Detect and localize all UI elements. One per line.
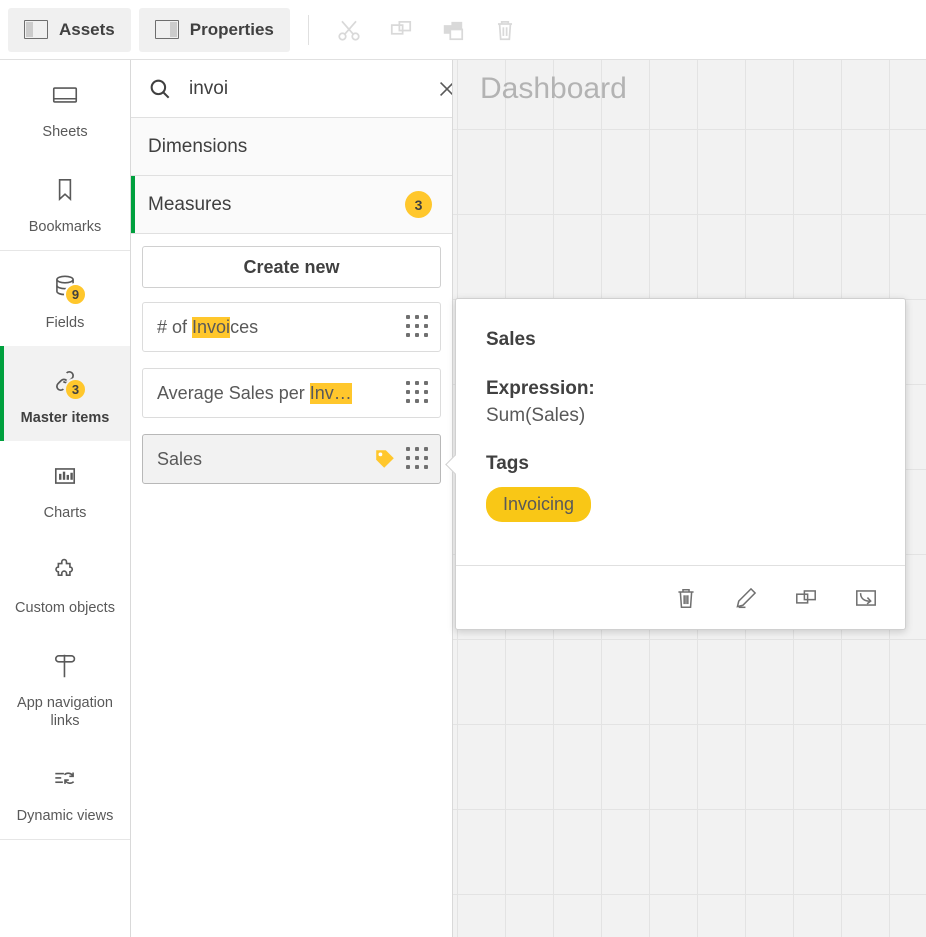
measure-list-item[interactable]: Average Sales per Inv… (142, 368, 441, 418)
flag-icon (52, 651, 78, 681)
puzzle-piece-icon (50, 557, 80, 585)
cut-button[interactable] (323, 8, 375, 52)
add-to-sheet-button[interactable] (849, 581, 883, 615)
left-rail: Sheets Bookmarks 9 (0, 60, 131, 937)
search-input[interactable] (173, 78, 434, 100)
sidebar-item-dynamic-views[interactable]: Dynamic views (0, 744, 130, 839)
rail-group-data: 9 Fields 3 Master items (0, 251, 130, 840)
assets-panel-icon (24, 20, 48, 39)
create-new-wrap: Create new (131, 234, 452, 292)
delete-icon (673, 585, 699, 611)
assets-toggle-label: Assets (59, 20, 115, 40)
database-icon-wrap: 9 (43, 269, 87, 303)
sheets-icon-wrap (43, 78, 87, 112)
popover-arrow (445, 449, 456, 479)
bar-chart-icon (52, 464, 78, 488)
top-toolbar: Assets Properties (0, 0, 926, 60)
edit-measure-button[interactable] (729, 581, 763, 615)
sidebar-item-label: Dynamic views (17, 807, 114, 825)
duplicate-icon (793, 585, 819, 611)
edit-icon (733, 585, 759, 611)
sidebar-item-label: Bookmarks (29, 218, 102, 236)
close-icon (436, 78, 453, 100)
section-title: Measures (148, 194, 231, 216)
properties-toggle-button[interactable]: Properties (139, 8, 290, 52)
sidebar-item-bookmarks[interactable]: Bookmarks (0, 155, 130, 250)
measure-preview-popover: Sales Expression: Sum(Sales) Tags Invoic… (455, 298, 906, 630)
sidebar-item-fields[interactable]: 9 Fields (0, 251, 130, 346)
popover-footer (456, 565, 905, 629)
sidebar-item-label: Fields (46, 314, 85, 332)
sheets-icon (50, 82, 80, 108)
measures-list: # of Invoices Average Sales per Inv… Sal… (131, 292, 452, 484)
paste-button[interactable] (427, 8, 479, 52)
paste-icon (440, 17, 466, 43)
rail-group-sheets: Sheets Bookmarks (0, 60, 130, 251)
measures-count-badge: 3 (405, 191, 432, 218)
tag-icon (372, 446, 398, 472)
dynamic-views-icon (51, 766, 79, 792)
dynamic-views-icon-wrap (43, 762, 87, 796)
cut-icon (336, 17, 362, 43)
delete-button[interactable] (479, 8, 531, 52)
properties-toggle-label: Properties (190, 20, 274, 40)
sheet-title: Dashboard (480, 72, 627, 106)
measure-list-item-selected[interactable]: Sales (142, 434, 441, 484)
copy-icon (388, 17, 414, 43)
measure-list-item[interactable]: # of Invoices (142, 302, 441, 352)
drag-handle-icon[interactable] (406, 381, 430, 405)
sidebar-item-label: Custom objects (15, 599, 115, 617)
copy-button[interactable] (375, 8, 427, 52)
drag-handle-icon[interactable] (406, 315, 430, 339)
section-title: Dimensions (148, 136, 247, 158)
measure-name: Sales (157, 449, 372, 470)
fields-count-badge: 9 (64, 283, 87, 306)
link-icon-wrap: 3 (43, 364, 87, 398)
clear-search-button[interactable] (434, 76, 453, 102)
sidebar-item-label: Sheets (42, 123, 87, 141)
section-measures[interactable]: Measures 3 (131, 176, 452, 234)
properties-panel-icon (155, 20, 179, 39)
sidebar-item-sheets[interactable]: Sheets (0, 60, 130, 155)
sidebar-item-label: Charts (44, 504, 87, 522)
popover-tags-label: Tags (486, 453, 875, 475)
section-dimensions[interactable]: Dimensions (131, 118, 452, 176)
puzzle-piece-icon-wrap (43, 554, 87, 588)
tag-pill: Invoicing (486, 487, 591, 522)
create-new-button[interactable]: Create new (142, 246, 441, 288)
measure-name: Average Sales per Inv… (157, 383, 406, 404)
sidebar-item-label: App navigation links (17, 694, 113, 730)
toolbar-divider (308, 15, 309, 45)
sidebar-item-charts[interactable]: Charts (0, 441, 130, 536)
add-to-sheet-icon (853, 585, 879, 611)
popover-title: Sales (486, 329, 875, 351)
drag-handle-icon[interactable] (406, 447, 430, 471)
bar-chart-icon-wrap (43, 459, 87, 493)
popover-expression-value: Sum(Sales) (486, 405, 875, 427)
assets-toggle-button[interactable]: Assets (8, 8, 131, 52)
search-bar (131, 60, 452, 118)
search-icon (147, 76, 173, 102)
bookmark-icon (54, 176, 76, 204)
sidebar-item-label: Master items (21, 409, 110, 427)
delete-measure-button[interactable] (669, 581, 703, 615)
popover-expression-label: Expression: (486, 378, 875, 400)
qlik-sense-app: Assets Properties (0, 0, 926, 937)
sidebar-item-custom-objects[interactable]: Custom objects (0, 536, 130, 631)
master-items-count-badge: 3 (64, 378, 87, 401)
sidebar-item-app-navigation-links[interactable]: App navigation links (0, 631, 130, 744)
search-match-highlight: Invoi (192, 317, 230, 338)
bookmark-icon-wrap (43, 173, 87, 207)
sidebar-item-master-items[interactable]: 3 Master items (0, 346, 130, 441)
assets-panel: Dimensions Measures 3 Create new # of In… (131, 60, 453, 937)
duplicate-measure-button[interactable] (789, 581, 823, 615)
delete-icon (492, 17, 518, 43)
flag-icon-wrap (43, 649, 87, 683)
search-match-highlight: Inv… (310, 383, 352, 404)
popover-body: Sales Expression: Sum(Sales) Tags Invoic… (456, 299, 905, 565)
measure-name: # of Invoices (157, 317, 406, 338)
